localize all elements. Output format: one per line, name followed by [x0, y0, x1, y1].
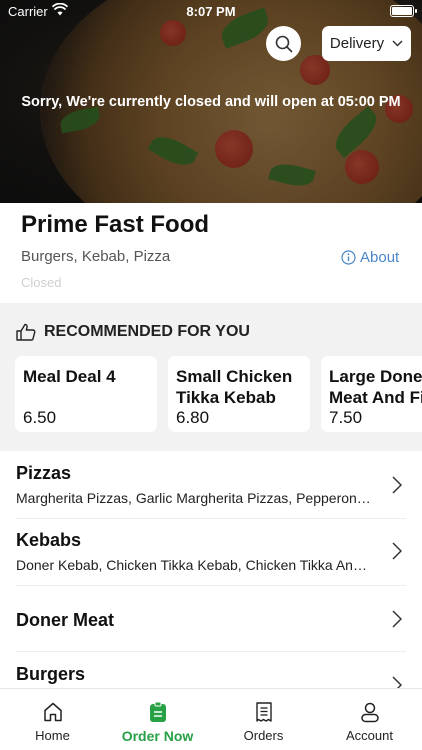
category-row[interactable]: Pizzas Margherita Pizzas, Garlic Margher…	[16, 463, 406, 519]
closed-message: Sorry, We're currently closed and will o…	[21, 94, 401, 110]
about-label: About	[360, 249, 400, 266]
recommended-item-price: 6.80	[176, 408, 210, 427]
home-icon	[43, 702, 62, 722]
orders-icon	[255, 702, 272, 722]
recommended-item[interactable]: Meal Deal 4 6.50	[15, 356, 157, 432]
tab-order-now-label: Order Now	[121, 728, 194, 744]
search-icon	[275, 35, 292, 52]
recommended-header: RECOMMENDED FOR YOU	[16, 323, 250, 341]
recommended-item-name: Small Chicken Tikka Kebab	[176, 367, 293, 407]
store-name: Prime Fast Food	[21, 211, 210, 238]
tab-home[interactable]: Home	[0, 689, 105, 750]
recommended-title: RECOMMENDED FOR YOU	[44, 323, 250, 340]
category-name: Burgers	[16, 664, 86, 684]
tab-orders-label: Orders	[243, 728, 284, 743]
info-icon	[341, 250, 356, 265]
tab-orders[interactable]: Orders	[211, 689, 316, 750]
category-description: Margherita Pizzas, Garlic Margherita Piz…	[16, 490, 371, 506]
search-button[interactable]	[266, 26, 301, 61]
category-description: Doner Kebab, Chicken Tikka Kebab, Chicke…	[16, 557, 367, 573]
category-name: Pizzas	[16, 463, 72, 483]
recommended-item-price: 7.50	[329, 408, 363, 427]
category-name: Doner Meat	[16, 610, 115, 630]
order-now-icon	[149, 701, 166, 722]
delivery-mode-label: Delivery	[329, 35, 385, 52]
tab-account-label: Account	[346, 728, 393, 743]
tab-order-now[interactable]: Order Now	[105, 689, 210, 750]
tab-account[interactable]: Account	[317, 689, 422, 750]
chevron-right-icon	[392, 476, 402, 494]
recommended-item-name: Large Doner Meat And Fi	[329, 367, 422, 407]
account-icon	[360, 702, 379, 723]
status-bar: Carrier 8:07 PM	[0, 0, 422, 22]
category-row[interactable]: Kebabs Doner Kebab, Chicken Tikka Kebab,…	[16, 530, 406, 586]
recommended-item[interactable]: Large Doner Meat And Fi 7.50	[321, 356, 422, 432]
category-row[interactable]: Doner Meat	[16, 610, 406, 652]
delivery-mode-dropdown[interactable]: Delivery	[322, 26, 411, 61]
recommended-section: RECOMMENDED FOR YOU Meal Deal 4 6.50 Sma…	[0, 303, 422, 451]
store-cuisines: Burgers, Kebab, Pizza	[21, 248, 171, 265]
battery-icon	[390, 5, 417, 17]
store-status: Closed	[21, 275, 62, 290]
about-link[interactable]: About	[341, 249, 399, 266]
recommended-item[interactable]: Small Chicken Tikka Kebab 6.80	[168, 356, 310, 432]
tab-home-label: Home	[35, 728, 70, 743]
hero-banner: Carrier 8:07 PM Delivery Sorry, We're cu…	[0, 0, 422, 203]
thumbs-up-icon	[16, 323, 36, 341]
clock-time: 8:07 PM	[186, 4, 236, 19]
recommended-item-price: 6.50	[23, 408, 57, 427]
recommended-item-name: Meal Deal 4	[23, 367, 116, 386]
category-name: Kebabs	[16, 530, 82, 550]
tab-bar: Home Order Now Orders Account	[0, 688, 422, 750]
chevron-down-icon	[392, 40, 403, 47]
chevron-right-icon	[392, 542, 402, 560]
chevron-right-icon	[392, 610, 402, 628]
